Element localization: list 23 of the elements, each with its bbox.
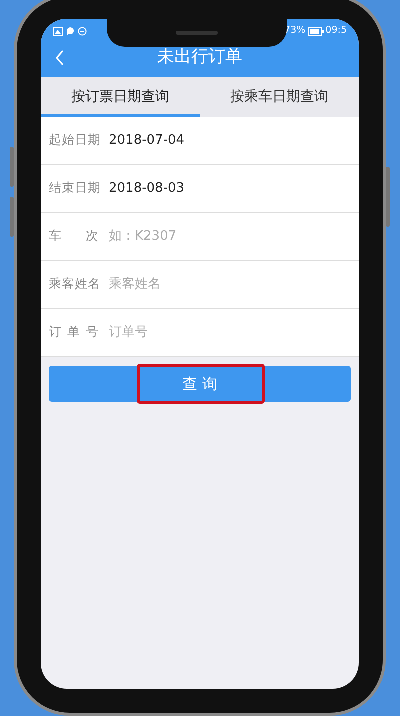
input-field[interactable]: 订单号 bbox=[109, 322, 359, 342]
input-field[interactable]: 2018-07-04 bbox=[109, 130, 359, 150]
volume-key bbox=[10, 197, 14, 237]
power-key bbox=[386, 167, 390, 227]
minus-circle-icon bbox=[78, 26, 87, 36]
input-field[interactable]: 如：K2307 bbox=[109, 226, 359, 246]
field-label: 订 单 号 bbox=[49, 323, 99, 342]
tab[interactable]: 按乘车日期查询 bbox=[200, 77, 359, 117]
chat-icon bbox=[66, 26, 75, 36]
field-label: 乘客姓名 bbox=[49, 275, 99, 294]
input-field[interactable]: 2018-08-03 bbox=[109, 178, 359, 198]
battery-percent: 73% bbox=[284, 24, 306, 38]
input-field[interactable]: 乘客姓名 bbox=[109, 274, 359, 294]
clock: 09:5 bbox=[326, 24, 347, 38]
battery-icon bbox=[308, 26, 324, 36]
field-label: 车 次 bbox=[49, 227, 99, 246]
page-title: 未出行订单 bbox=[158, 46, 242, 70]
volume-key bbox=[10, 147, 14, 187]
speaker-icon bbox=[176, 31, 218, 35]
field-label: 起始日期 bbox=[49, 131, 99, 150]
back-icon[interactable] bbox=[55, 50, 65, 66]
field-label: 结束日期 bbox=[49, 179, 99, 198]
image-icon bbox=[53, 26, 63, 36]
